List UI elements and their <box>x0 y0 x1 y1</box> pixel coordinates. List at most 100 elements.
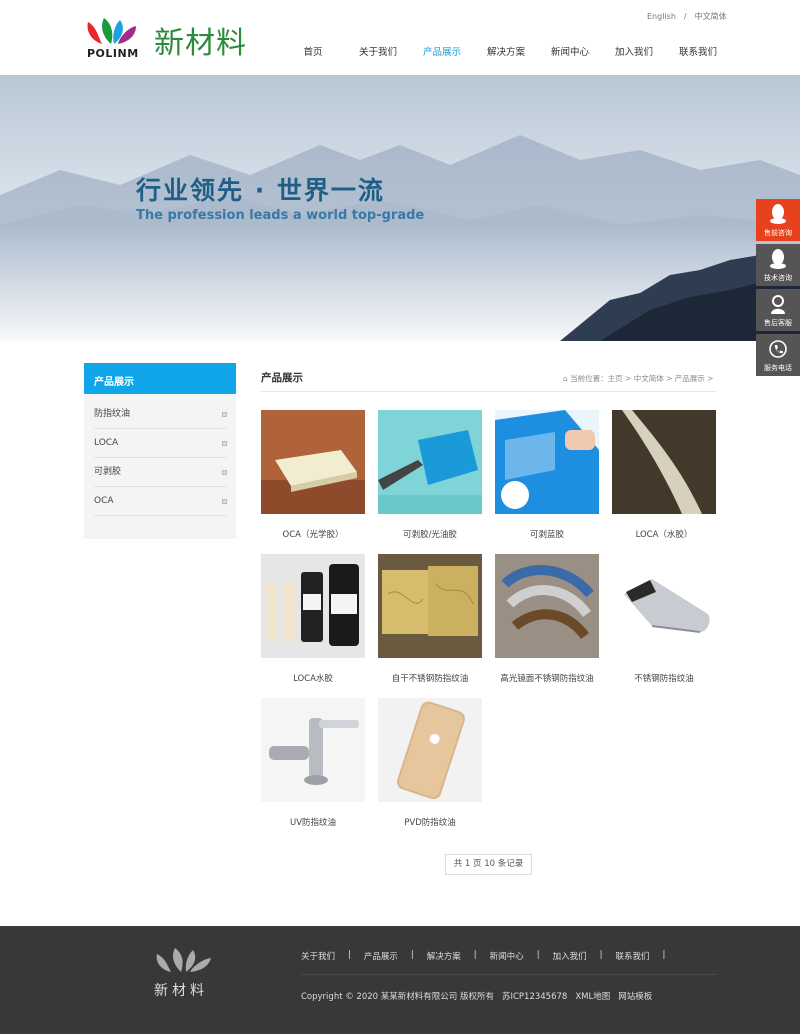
float-label: 售前咨询 <box>764 229 792 237</box>
qq-penguin-icon <box>770 204 786 224</box>
service-phone-button[interactable]: 服务电话 <box>756 334 800 376</box>
sidebar-item-label: 防指纹油 <box>94 409 131 419</box>
square-bullet-icon <box>222 470 227 475</box>
footer-brand: 新材料 <box>154 983 208 999</box>
footer-logo-icon <box>156 948 211 972</box>
banner-subtitle: The profession leads a world top-grade <box>136 208 425 223</box>
logo-petals-icon <box>87 18 136 44</box>
product-name[interactable]: 自干不锈钢防指纹油 <box>378 672 482 684</box>
product-image[interactable] <box>495 554 599 658</box>
nav-products[interactable]: 产品展示 <box>410 44 474 58</box>
footer-separator: | <box>536 950 540 960</box>
lang-english-link[interactable]: English <box>647 12 676 21</box>
aftersale-service-button[interactable]: 售后客服 <box>756 289 800 331</box>
product-image[interactable] <box>378 410 482 514</box>
footer-divider <box>301 974 716 975</box>
hero-banner: 行业领先 · 世界一流 The profession leads a world… <box>0 75 800 341</box>
qq-penguin-icon <box>770 249 786 269</box>
product-card[interactable]: LOCA水胶 <box>261 554 365 684</box>
product-sidebar: 产品展示 防指纹油 LOCA 可剥胶 OCA <box>84 363 236 539</box>
sidebar-item-peelable[interactable]: 可剥胶 <box>94 458 227 487</box>
product-image[interactable] <box>612 554 716 658</box>
product-image[interactable] <box>261 410 365 514</box>
product-name[interactable]: 不锈钢防指纹油 <box>612 672 716 684</box>
product-name[interactable]: LOCA（水胶） <box>612 528 716 540</box>
footer-separator: | <box>599 950 603 960</box>
sidebar-item-loca[interactable]: LOCA <box>94 429 227 458</box>
service-float-bar: 售前咨询 技术咨询 售后客服 服务电话 <box>756 199 800 379</box>
lang-chinese-link[interactable]: 中文简体 <box>695 12 727 21</box>
product-image[interactable] <box>261 554 365 658</box>
footer-link-solutions[interactable]: 解决方案 <box>427 950 461 962</box>
nav-news[interactable]: 新闻中心 <box>538 44 602 58</box>
product-card[interactable]: 自干不锈钢防指纹油 <box>378 554 482 684</box>
footer-copyright-line: Copyright © 2020 某某新材料有限公司 版权所有 苏ICP12345… <box>301 990 660 1002</box>
product-name[interactable]: OCA（光学胶） <box>261 528 365 540</box>
footer-link-products[interactable]: 产品展示 <box>364 950 398 962</box>
footer-link-contact[interactable]: 联系我们 <box>615 950 649 962</box>
float-label: 技术咨询 <box>764 274 792 282</box>
sidebar-item-anti-fingerprint[interactable]: 防指纹油 <box>94 400 227 429</box>
phone-icon <box>769 340 787 358</box>
product-name[interactable]: 可剥胶/光油胶 <box>378 528 482 540</box>
product-image[interactable] <box>378 698 482 802</box>
sidebar-item-label: OCA <box>94 496 114 506</box>
product-name[interactable]: 可剥蓝胶 <box>495 528 599 540</box>
sidebar-item-label: LOCA <box>94 438 119 448</box>
product-name[interactable]: 高光镜面不锈钢防指纹油 <box>495 672 599 684</box>
site-logo[interactable]: POLINM <box>84 16 140 62</box>
sidebar-item-label: 可剥胶 <box>94 467 122 477</box>
pagination-info: 共 1 页 10 条记录 <box>445 854 532 875</box>
footer-separator: | <box>410 950 414 960</box>
product-image[interactable] <box>612 410 716 514</box>
breadcrumb: ⌂ 当前位置：主页 > 中文简体 > 产品展示 > <box>563 373 713 384</box>
customer-service-icon <box>771 295 785 314</box>
product-card[interactable]: 高光镜面不锈钢防指纹油 <box>495 554 599 684</box>
float-label: 服务电话 <box>764 364 792 372</box>
breadcrumb-text[interactable]: 当前位置：主页 > 中文简体 > 产品展示 > <box>570 374 713 383</box>
brand-name: 新材料 <box>154 26 247 61</box>
product-card[interactable]: PVD防指纹油 <box>378 698 482 828</box>
footer-separator: | <box>662 950 666 960</box>
product-name[interactable]: PVD防指纹油 <box>378 816 482 828</box>
home-icon: ⌂ <box>563 374 568 383</box>
language-switch: English / 中文简体 <box>643 11 731 22</box>
lang-separator: / <box>683 12 687 21</box>
footer-nav: 关于我们 | 产品展示 | 解决方案 | 新闻中心 | 加入我们 | 联系我们 | <box>301 950 678 962</box>
product-name[interactable]: LOCA水胶 <box>261 672 365 684</box>
product-card[interactable]: UV防指纹油 <box>261 698 365 828</box>
icp-link[interactable]: 苏ICP12345678 <box>502 992 567 1002</box>
square-bullet-icon <box>222 412 227 417</box>
page-title: 产品展示 <box>261 372 303 384</box>
product-name[interactable]: UV防指纹油 <box>261 816 365 828</box>
footer-link-about[interactable]: 关于我们 <box>301 950 335 962</box>
nav-home[interactable]: 首页 <box>300 44 326 58</box>
footer-link-news[interactable]: 新闻中心 <box>490 950 524 962</box>
product-card[interactable]: 不锈钢防指纹油 <box>612 554 716 684</box>
footer-link-join[interactable]: 加入我们 <box>553 950 587 962</box>
site-header: POLINM 新材料 English / 中文简体 首页 关于我们 产品展示 解决方… <box>0 0 800 75</box>
site-footer: 新材料 关于我们 | 产品展示 | 解决方案 | 新闻中心 | 加入我们 | 联系我们 | … <box>0 926 800 1034</box>
banner-title: 行业领先 · 世界一流 <box>136 176 385 205</box>
sitemap-link[interactable]: XML地图 <box>575 992 610 1002</box>
logo-text: POLINM <box>87 47 139 60</box>
presale-consult-button[interactable]: 售前咨询 <box>756 199 800 241</box>
template-link[interactable]: 网站模板 <box>618 992 652 1002</box>
nav-solutions[interactable]: 解决方案 <box>474 44 538 58</box>
copyright-text: Copyright © 2020 某某新材料有限公司 版权所有 <box>301 992 494 1002</box>
footer-separator: | <box>473 950 477 960</box>
sidebar-title: 产品展示 <box>84 363 236 394</box>
nav-join[interactable]: 加入我们 <box>602 44 666 58</box>
product-card[interactable]: 可剥胶/光油胶 <box>378 410 482 540</box>
product-card[interactable]: 可剥蓝胶 <box>495 410 599 540</box>
tech-consult-button[interactable]: 技术咨询 <box>756 244 800 286</box>
product-image[interactable] <box>261 698 365 802</box>
product-image[interactable] <box>378 554 482 658</box>
nav-contact[interactable]: 联系我们 <box>666 44 730 58</box>
product-card[interactable]: LOCA（水胶） <box>612 410 716 540</box>
product-card[interactable]: OCA（光学胶） <box>261 410 365 540</box>
sidebar-item-oca[interactable]: OCA <box>94 487 227 516</box>
product-image[interactable] <box>495 410 599 514</box>
nav-about[interactable]: 关于我们 <box>346 44 410 58</box>
square-bullet-icon <box>222 499 227 504</box>
